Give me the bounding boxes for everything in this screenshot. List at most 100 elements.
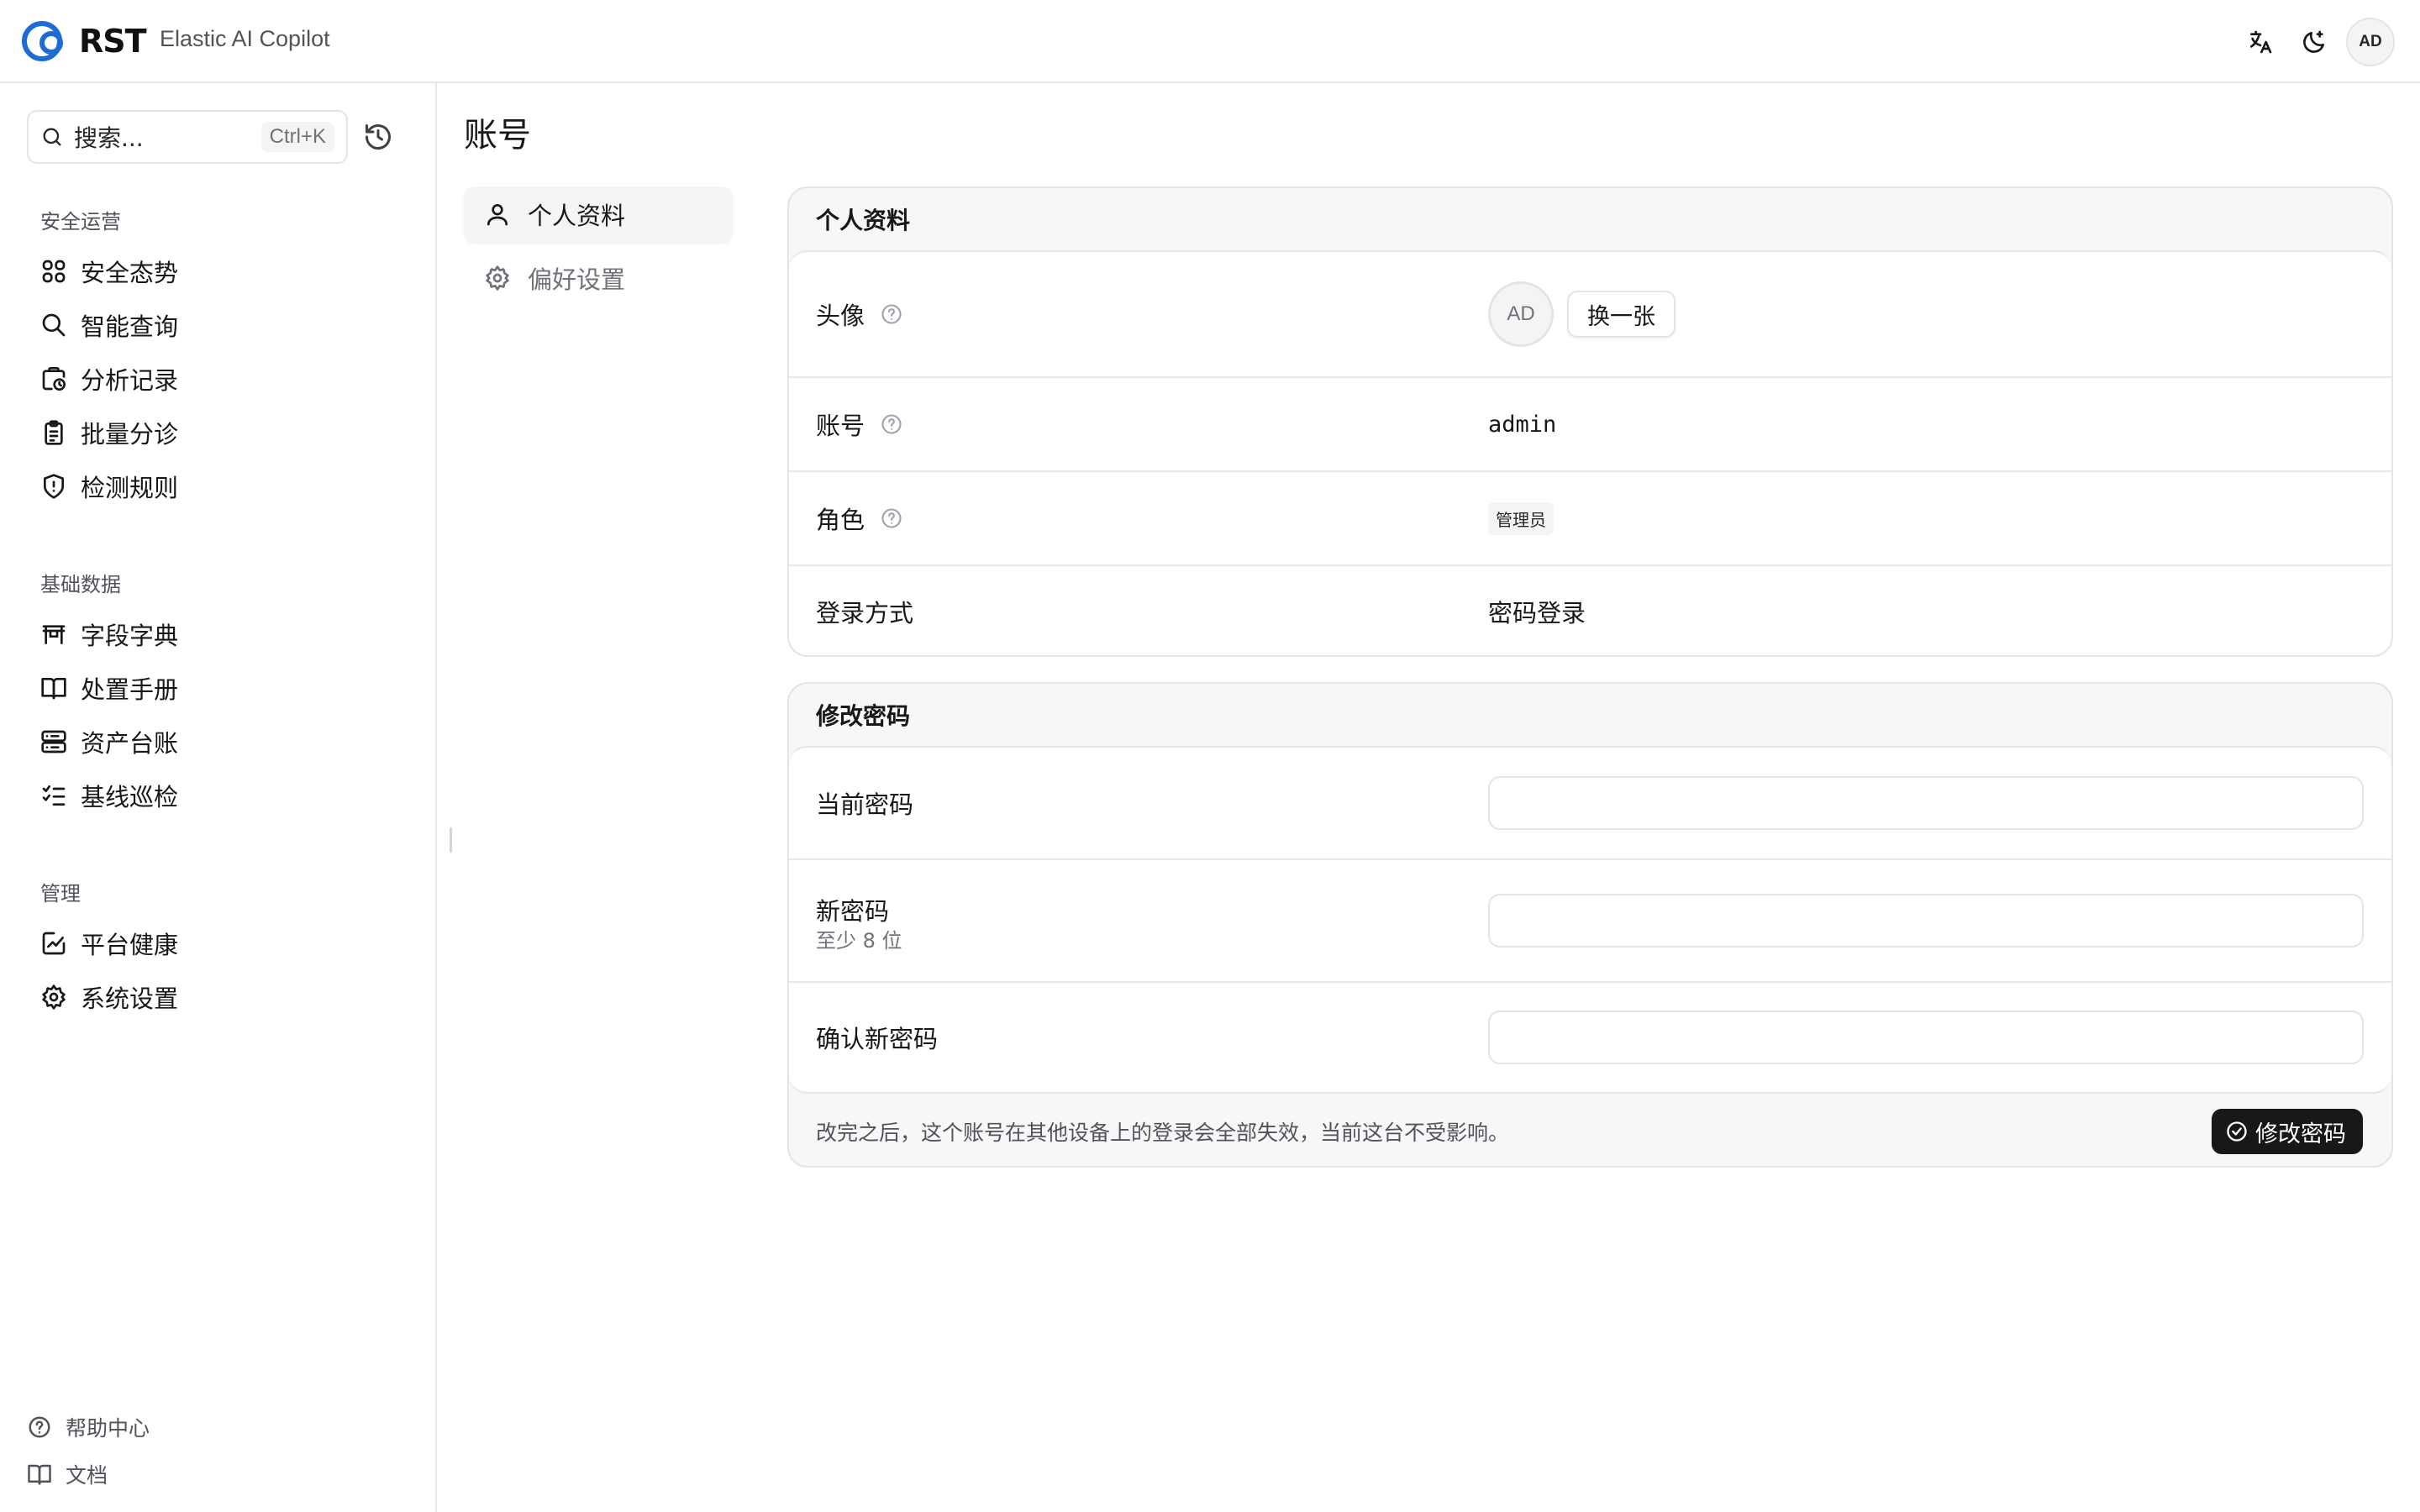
- new-password-hint: 至少 8 位: [816, 929, 902, 953]
- sidebar: 搜索... Ctrl+K 安全运营 安全态势 智能查询 分析记录 批量分诊 检测…: [0, 83, 437, 1512]
- sidebar-item-label: 批量分诊: [81, 420, 179, 449]
- current-password-row: 当前密码: [789, 748, 2391, 860]
- sidebar-footer-help[interactable]: 帮助中心: [27, 1409, 150, 1446]
- search-shortcut-badge: Ctrl+K: [260, 122, 334, 152]
- row-label-text: 登录方式: [816, 599, 914, 627]
- row-label-text: 角色: [816, 506, 865, 534]
- new-password-value: [1488, 894, 2364, 948]
- sidebar-item-platform-health[interactable]: 平台健康: [30, 920, 408, 967]
- sidebar-resize-handle[interactable]: [450, 827, 452, 853]
- language-button[interactable]: [2235, 17, 2286, 67]
- search-icon: [40, 125, 64, 149]
- nav-group-security-ops: 安全运营: [40, 210, 121, 234]
- help-circle-icon: [27, 1415, 52, 1440]
- sidebar-item-baseline-inspection[interactable]: 基线巡检: [30, 772, 408, 819]
- login-method-value: 密码登录: [1488, 594, 1586, 629]
- sidebar-item-field-dictionary[interactable]: 字段字典: [30, 611, 408, 658]
- sidebar-item-label: 检测规则: [81, 474, 179, 502]
- book-icon: [27, 1462, 52, 1487]
- sidebar-item-asset-ledger[interactable]: 资产台账: [30, 718, 408, 765]
- translate-icon: [2247, 29, 2274, 55]
- app-subtitle: Elastic AI Copilot: [160, 26, 330, 51]
- change-password-footer: 改完之后，这个账号在其他设备上的登录会全部失效，当前这台不受影响。 修改密码: [789, 1094, 2391, 1166]
- nav-group-base-data: 基础数据: [40, 573, 121, 596]
- row-label-text: 确认新密码: [816, 1025, 939, 1053]
- sidebar-item-analysis-records[interactable]: 分析记录: [30, 355, 408, 402]
- sidebar-item-label: 智能查询: [81, 312, 179, 341]
- app-logo[interactable]: RST: [22, 18, 147, 65]
- sidebar-item-system-settings[interactable]: 系统设置: [30, 974, 408, 1021]
- top-actions: AD: [2232, 17, 2395, 67]
- profile-card: 个人资料 头像 AD 换一张 账号 admin 角色 管理员 登录方式 密码登录: [787, 186, 2393, 657]
- search-box[interactable]: 搜索... Ctrl+K: [27, 110, 348, 164]
- change-password-title: 修改密码: [816, 702, 911, 730]
- new-password-row: 新密码 至少 8 位: [789, 860, 2391, 983]
- change-avatar-button[interactable]: 换一张: [1567, 291, 1676, 338]
- shield-alert-icon: [40, 473, 67, 500]
- help-circle-icon[interactable]: [880, 507, 903, 530]
- sidebar-item-label: 资产台账: [81, 729, 179, 758]
- password-change-note: 改完之后，这个账号在其他设备上的登录会全部失效，当前这台不受影响。: [816, 1121, 1510, 1145]
- change-password-button-label: 修改密码: [2255, 1121, 2346, 1147]
- profile-card-title: 个人资料: [816, 207, 911, 234]
- sidebar-item-label: 基线巡检: [81, 783, 179, 811]
- role-value: 管理员: [1488, 501, 1554, 535]
- sidebar-footer-label: 帮助中心: [66, 1416, 150, 1441]
- new-password-label: 新密码: [816, 892, 889, 927]
- page-title: 账号: [464, 116, 531, 155]
- confirm-password-value: [1488, 1011, 2364, 1064]
- account-value: admin: [1488, 412, 1556, 438]
- avatar-value: AD 换一张: [1488, 281, 1676, 347]
- history-button[interactable]: [363, 122, 393, 152]
- list-checks-icon: [40, 782, 67, 809]
- sidebar-item-label: 安全态势: [81, 259, 179, 287]
- subnav-preferences[interactable]: 偏好设置: [464, 250, 733, 306]
- account-row: 账号 admin: [789, 378, 2391, 472]
- role-row: 角色 管理员: [789, 472, 2391, 566]
- change-password-button[interactable]: 修改密码: [2212, 1109, 2363, 1154]
- help-circle-icon[interactable]: [880, 412, 903, 436]
- gear-icon: [484, 265, 511, 291]
- login-method-label: 登录方式: [816, 594, 913, 629]
- user-icon: [484, 201, 511, 228]
- book-open-icon: [40, 675, 67, 701]
- new-password-input[interactable]: [1488, 894, 2364, 948]
- row-label-text: 新密码: [816, 897, 890, 926]
- search-icon: [40, 312, 67, 339]
- sidebar-item-handbook[interactable]: 处置手册: [30, 664, 408, 711]
- table-icon: [40, 621, 67, 648]
- row-label-text: 账号: [816, 412, 865, 440]
- theme-toggle-button[interactable]: [2289, 17, 2339, 67]
- check-circle-icon: [2225, 1120, 2249, 1143]
- sidebar-item-smart-query[interactable]: 智能查询: [30, 302, 408, 349]
- sidebar-item-security-posture[interactable]: 安全态势: [30, 248, 408, 295]
- subnav-label: 偏好设置: [528, 265, 626, 294]
- dashboard-grid-icon: [40, 258, 67, 285]
- current-password-input[interactable]: [1488, 776, 2364, 830]
- logo-rings-icon: [22, 18, 77, 65]
- help-circle-icon[interactable]: [880, 302, 903, 326]
- server-icon: [40, 728, 67, 755]
- sidebar-item-label: 平台健康: [81, 931, 179, 959]
- sidebar-footer-docs[interactable]: 文档: [27, 1456, 108, 1493]
- current-password-label: 当前密码: [816, 785, 913, 821]
- search-placeholder: 搜索...: [74, 124, 144, 152]
- avatar-label: 头像: [816, 297, 903, 332]
- gear-icon: [40, 984, 67, 1011]
- history-icon: [363, 122, 393, 152]
- confirm-password-input[interactable]: [1488, 1011, 2364, 1064]
- account-username: admin: [1488, 411, 1557, 438]
- login-method-row: 登录方式 密码登录: [789, 566, 2391, 655]
- history-record-icon: [40, 365, 67, 392]
- sidebar-item-detection-rules[interactable]: 检测规则: [30, 463, 408, 510]
- sidebar-item-batch-triage[interactable]: 批量分诊: [30, 409, 408, 456]
- sidebar-item-label: 字段字典: [81, 622, 179, 650]
- subnav-profile[interactable]: 个人资料: [464, 186, 733, 242]
- change-password-body: 当前密码 新密码 至少 8 位 确认新密码: [789, 746, 2391, 1094]
- user-avatar-button[interactable]: AD: [2346, 18, 2395, 66]
- change-password-card: 修改密码 当前密码 新密码 至少 8 位 确认新密码 改完之后，这个账号在其他设…: [787, 682, 2393, 1168]
- sidebar-item-label: 处置手册: [81, 675, 179, 704]
- row-label-text: 当前密码: [816, 790, 914, 819]
- avatar-row: 头像 AD 换一张: [789, 252, 2391, 378]
- sidebar-item-label: 系统设置: [81, 984, 179, 1013]
